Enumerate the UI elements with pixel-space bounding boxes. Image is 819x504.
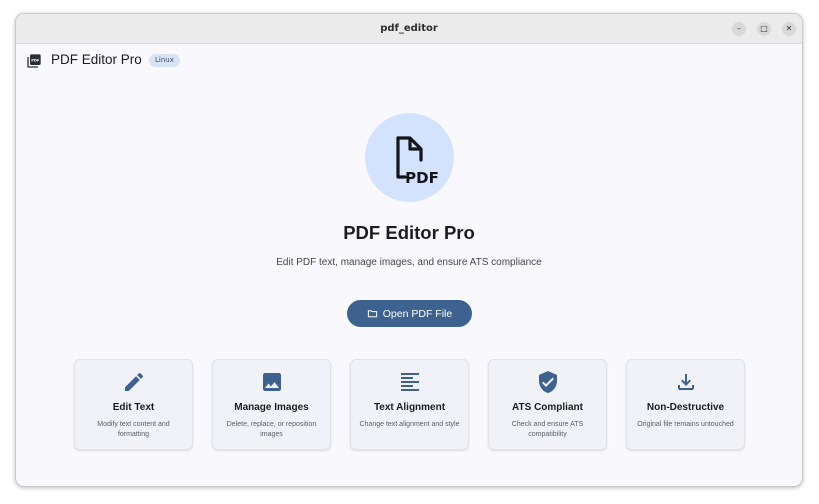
pdf-stack-icon: PDF (27, 54, 41, 68)
feature-card-text-alignment: Text Alignment Change text alignment and… (350, 359, 469, 450)
feature-description: Delete, replace, or reposition images (226, 421, 317, 438)
app-window: pdf_editor – □ ✕ PDF PDF Editor Pro Linu… (15, 13, 803, 487)
platform-badge: Linux (149, 54, 180, 67)
feature-title: Manage Images (234, 402, 309, 413)
feature-description: Check and ensure ATS compatibility (511, 421, 584, 438)
hero-subtitle: Edit PDF text, manage images, and ensure… (276, 257, 542, 268)
feature-description: Change text alignment and style (359, 421, 460, 428)
svg-text:PDF: PDF (405, 169, 439, 187)
feature-description: Original file remains untouched (637, 421, 734, 428)
feature-title: Non-Destructive (646, 402, 725, 413)
open-pdf-button[interactable]: Open PDF File (347, 300, 472, 327)
feature-card-non-destructive: Non-Destructive Original file remains un… (626, 359, 745, 450)
svg-text:PDF: PDF (31, 59, 40, 63)
feature-card-edit-text: Edit Text Modify text content and format… (74, 359, 193, 450)
window-title: pdf_editor (380, 23, 438, 34)
pdf-file-icon: PDF (396, 136, 439, 187)
minimize-button[interactable]: – (732, 22, 746, 36)
close-button[interactable]: ✕ (782, 22, 796, 36)
app-title: PDF Editor Pro (51, 52, 142, 67)
feature-card-ats-compliant: ATS Compliant Check and ensure ATS compa… (488, 359, 607, 450)
open-pdf-button-label: Open PDF File (382, 307, 453, 320)
pencil-icon (125, 372, 144, 391)
folder-icon (367, 310, 377, 318)
image-icon (263, 373, 281, 391)
feature-title: Text Alignment (373, 402, 446, 413)
app-bar: PDF PDF Editor Pro Linux (16, 44, 802, 78)
feature-description: Modify text content and formatting (97, 421, 170, 438)
download-icon (678, 374, 694, 390)
feature-card-manage-images: Manage Images Delete, replace, or reposi… (212, 359, 331, 450)
shield-check-icon (539, 371, 557, 393)
hero-title: PDF Editor Pro (343, 222, 475, 243)
align-left-icon (401, 373, 419, 391)
hero-icon-circle: PDF (365, 113, 454, 202)
feature-title: ATS Compliant (512, 402, 583, 413)
title-bar[interactable]: pdf_editor – □ ✕ (16, 14, 802, 44)
feature-title: Edit Text (112, 402, 155, 413)
maximize-button[interactable]: □ (757, 22, 771, 36)
